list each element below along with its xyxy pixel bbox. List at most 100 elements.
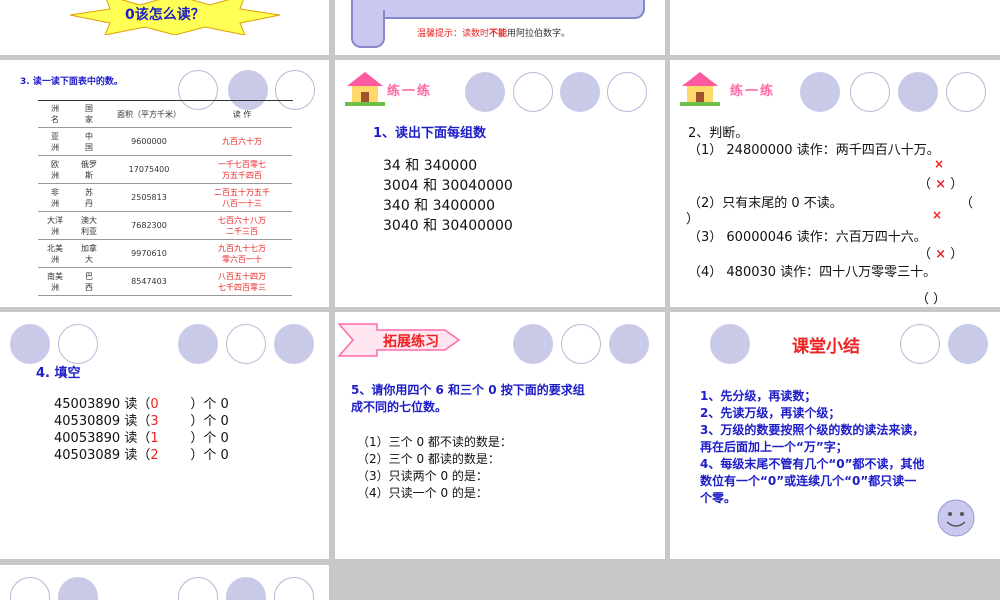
wrong-mark: × — [934, 157, 945, 171]
deco-circle — [274, 577, 314, 600]
judge-item-3: （3） 60000046 读作：六百万四十六。 — [688, 230, 927, 245]
fill-answer: 1 — [150, 431, 159, 446]
table-row: 欧 洲俄罗 斯 17075400 一千七百零七 万五千四百 — [38, 155, 292, 184]
summary-line: 4、每级末尾不管有几个“0”都不读，其他 — [700, 457, 925, 471]
deco-circle — [946, 72, 986, 112]
answer-paren: （ × ） — [918, 243, 963, 262]
cell: 2505813 — [106, 183, 192, 212]
table-row: 北美 洲加拿 大 9970610 九百九十七万 零六百一十 — [38, 239, 292, 268]
cell: 南美 洲 — [38, 267, 72, 296]
number-pairs: 34 和 340000 3004 和 30040000 340 和 340000… — [383, 156, 513, 236]
slide-thumb-9[interactable]: 课堂小结 1、先分级，再读数； 2、先读万级，再读个级； 3、万级的数要按照个级… — [670, 312, 1000, 559]
practice-banner: 练一练 — [730, 84, 776, 99]
slide-thumb-10[interactable] — [0, 565, 329, 600]
question-item: （3）只读两个 0 的是： — [357, 469, 488, 483]
exercise-heading: 1、读出下面每组数 — [373, 126, 487, 141]
judge-item-2: （2）只有末尾的 0 不读。 — [688, 196, 843, 211]
cell: 8547403 — [106, 267, 192, 296]
cell: 亚 洲 — [38, 127, 72, 156]
cell: 九百六十万 — [192, 127, 292, 156]
tip-suffix: 用阿拉伯数字。 — [507, 29, 571, 39]
question-items: （1）三个 0 都不读的数是： （2）三个 0 都读的数是： （3）只读两个 0… — [357, 434, 512, 502]
slide-thumb-8[interactable]: 拓展练习 5、请你用四个 6 和三个 0 按下面的要求组 成不同的七位数。 （1… — [335, 312, 665, 559]
deco-circle — [948, 324, 988, 364]
cell: 非 洲 — [38, 183, 72, 212]
answer-paren-empty: （ ） — [916, 292, 947, 307]
cell: 俄罗 斯 — [72, 155, 106, 184]
fill-tail: ）个 0 — [190, 448, 229, 463]
slide-thumb-3[interactable] — [670, 0, 1000, 55]
question-text: 0该怎么读？ — [125, 7, 205, 23]
cell: 巴 西 — [72, 267, 106, 296]
slide-thumb-5[interactable]: 练一练 1、读出下面每组数 34 和 340000 3004 和 3004000… — [335, 60, 665, 307]
fill-read: 读（ — [124, 448, 151, 463]
table-row: 大洋 洲澳大 利亚 7682300 七百六十八万 二千三百 — [38, 211, 292, 240]
practice-banner: 练一练 — [387, 84, 433, 99]
question-item: （4）只读一个 0 的是： — [357, 486, 488, 500]
deco-circle — [850, 72, 890, 112]
fill-row: 40053890 读（1 ）个 0 — [54, 430, 229, 447]
paren-close: ） — [950, 177, 964, 192]
table-row: 非 洲苏 丹 2505813 二百五十万五千 八百一十三 — [38, 183, 292, 212]
cell: 9970610 — [106, 239, 192, 268]
summary-line: 再在后面加上一个“万”字； — [700, 440, 848, 454]
deco-circle — [800, 72, 840, 112]
paren-open: （ — [918, 177, 932, 192]
slide-thumb-7[interactable]: 4. 填空 45003890 读（0 ）个 0 40530809 读（3 ）个 0 … — [0, 312, 329, 559]
deco-circle — [226, 324, 266, 364]
slide-thumb-1[interactable]: 0该怎么读？ — [0, 0, 329, 55]
house-icon — [680, 72, 720, 106]
deco-circle — [178, 577, 218, 600]
fill-heading: 4. 填空 — [36, 366, 81, 381]
fill-tail: ）个 0 — [190, 414, 229, 429]
wrong-mark: × — [935, 247, 947, 262]
frame-tab — [351, 10, 385, 48]
deco-circle — [561, 324, 601, 364]
slide-thumb-4[interactable]: 3. 读一读下面表中的数。 洲 名 国 家 面积（平方千米） 读 作 亚 洲中 … — [0, 60, 329, 307]
frame-shape — [351, 0, 645, 19]
wrong-mark: × — [935, 177, 947, 192]
deco-circle — [609, 324, 649, 364]
table-row: 亚 洲中 国 9600000 九百六十万 — [38, 127, 292, 156]
paren-close: ） — [686, 212, 700, 227]
deco-circle — [560, 72, 600, 112]
deco-circle — [58, 324, 98, 364]
fill-row: 40503089 读（2 ）个 0 — [54, 447, 229, 464]
fill-tail: ）个 0 — [190, 431, 229, 446]
deco-circle — [710, 324, 750, 364]
cell: 一千七百零七 万五千四百 — [192, 155, 292, 184]
judge-item-1: （1） 24800000 读作：两千四百八十万。 — [688, 143, 940, 158]
judge-item-4: （4） 480030 读作：四十八万零零三十。 — [688, 265, 937, 280]
answer-paren: （ × ） — [918, 173, 963, 192]
cell: 中 国 — [72, 127, 106, 156]
fill-number: 40503089 — [54, 448, 121, 463]
fill-row: 40530809 读（3 ）个 0 — [54, 413, 229, 430]
summary-line: 1、先分级，再读数； — [700, 389, 817, 403]
number-pair: 3004 和 30040000 — [383, 178, 513, 194]
deco-circle — [465, 72, 505, 112]
paren-open: （ — [918, 247, 932, 262]
summary-title: 课堂小结 — [792, 337, 860, 357]
fill-row: 45003890 读（0 ）个 0 — [54, 396, 229, 413]
question-item: （1）三个 0 都不读的数是： — [357, 435, 512, 449]
wrong-mark: × — [932, 208, 943, 222]
deco-circle — [58, 577, 98, 600]
deco-circle — [10, 324, 50, 364]
summary-line: 3、万级的数要按照个级的数的读法来读， — [700, 423, 925, 437]
question-line: 5、请你用四个 6 和三个 0 按下面的要求组 — [351, 383, 585, 397]
cell: 加拿 大 — [72, 239, 106, 268]
paren-open: （ — [960, 196, 974, 211]
cell: 澳大 利亚 — [72, 211, 106, 240]
question-line: 成不同的七位数。 — [351, 400, 448, 414]
cell: 二百五十万五千 八百一十三 — [192, 183, 292, 212]
header-cell: 读 作 — [192, 101, 292, 128]
slide-thumb-2[interactable]: 温馨提示：读数时不能用阿拉伯数字。 — [335, 0, 665, 55]
deco-circle — [607, 72, 647, 112]
header-cell: 洲 名 — [38, 101, 72, 128]
area-table: 洲 名 国 家 面积（平方千米） 读 作 亚 洲中 国 9600000 九百六十万 … — [38, 101, 292, 296]
deco-circle — [274, 324, 314, 364]
question-item: （2）三个 0 都读的数是： — [357, 452, 500, 466]
fill-number: 40053890 — [54, 431, 121, 446]
header-cell: 国 家 — [72, 101, 106, 128]
slide-thumb-6[interactable]: 练一练 2、判断。 （1） 24800000 读作：两千四百八十万。 × （ ×… — [670, 60, 1000, 307]
